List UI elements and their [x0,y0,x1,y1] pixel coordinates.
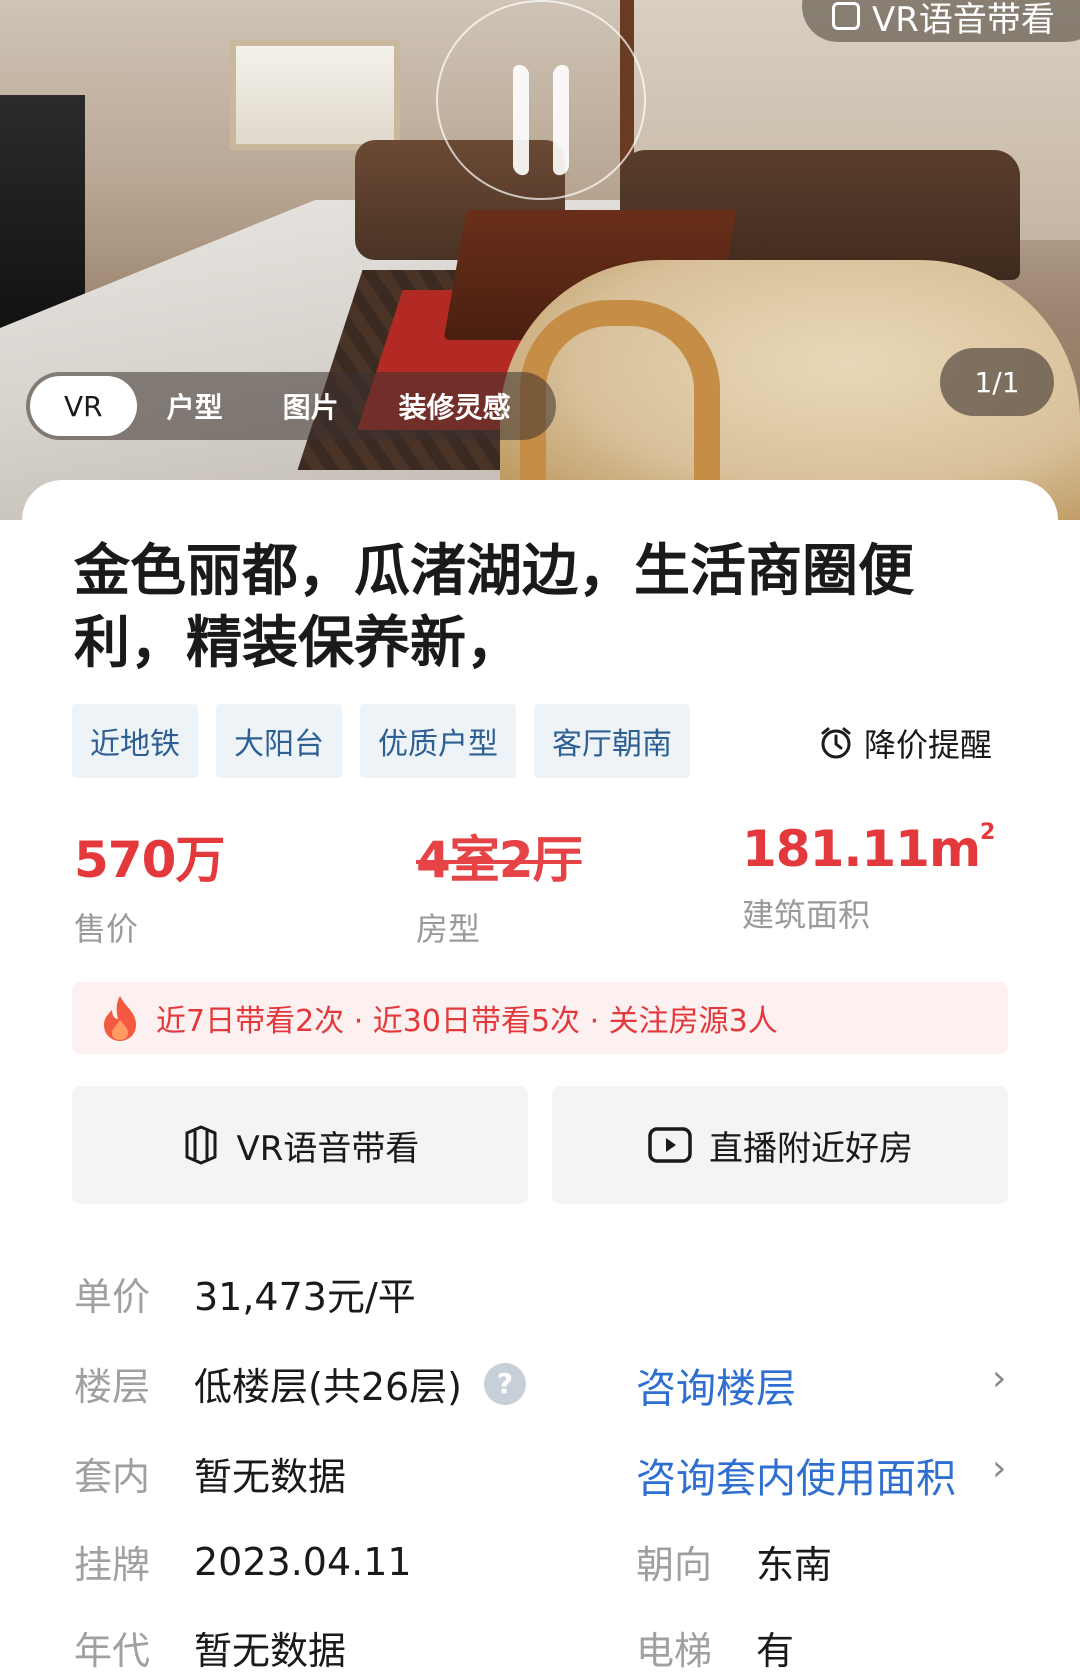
inner-key: 套内 [74,1455,151,1499]
year-value: 暂无数据 [194,1629,347,1673]
vr-bar-right [553,63,569,177]
tag-near-metro: 近地铁 [72,704,198,778]
live-nearby-button[interactable]: 直播附近好房 [552,1086,1008,1204]
floor-key: 楼层 [74,1365,151,1409]
media-tab-bar: VR 户型 图片 装修灵感 [26,372,556,440]
year-key: 年代 [74,1629,151,1673]
top-vr-voice-button[interactable]: VR语音带看 [802,0,1080,42]
tab-vr[interactable]: VR [30,376,137,436]
feature-tags: 近地铁 大阳台 优质户型 客厅朝南 [72,704,690,778]
inner-area-row: 套内 暂无数据 [74,1446,346,1501]
layout-label: 房型 [416,910,481,948]
window [230,40,400,150]
viewing-heat-bar: 近7日带看2次 · 近30日带看5次 · 关注房源3人 [72,982,1008,1054]
area-value: 181.11m [742,820,981,878]
elevator-key: 电梯 [636,1629,713,1673]
tag-south-living: 客厅朝南 [534,704,690,778]
price-drop-alert-button[interactable]: 降价提醒 [818,720,992,766]
floor-row: 楼层 低楼层(共26层) ? [74,1356,527,1411]
stat-area: 181.11m2 建筑面积 [742,820,995,936]
listed-row: 挂牌 2023.04.11 [74,1534,412,1589]
year-row: 年代 暂无数据 [74,1620,346,1675]
price-alert-label: 降价提醒 [864,726,993,764]
play-video-icon [648,1127,692,1163]
listing-title: 金色丽都，瓜渚湖边，生活商圈便利，精装保养新， [74,539,914,676]
inner-value: 暂无数据 [194,1455,347,1499]
tag-big-balcony: 大阳台 [216,704,342,778]
elevator-value: 有 [756,1629,795,1673]
listed-value: 2023.04.11 [194,1539,412,1584]
heat-text: 近7日带看2次 · 近30日带看5次 · 关注房源3人 [156,1004,778,1039]
tab-floorplan[interactable]: 户型 [137,376,253,436]
chevron-right-icon[interactable]: › [992,1358,1006,1399]
tab-photos[interactable]: 图片 [253,376,369,436]
flame-icon [104,996,136,1041]
consult-inner-area-link[interactable]: 咨询套内使用面积 [636,1446,956,1504]
vr-play-icon[interactable] [436,0,646,200]
top-vr-label: VR语音带看 [872,0,1055,40]
orientation-value: 东南 [756,1543,833,1587]
photo-counter: 1/1 [940,348,1054,416]
hero-photo[interactable]: VR语音带看 VR 户型 图片 装修灵感 1/1 [0,0,1080,520]
consult-floor-link[interactable]: 咨询楼层 [636,1356,796,1414]
price-label: 售价 [74,910,139,948]
area-unit-sup: 2 [980,820,995,845]
listed-key: 挂牌 [74,1543,151,1587]
tab-decor-ideas[interactable]: 装修灵感 [369,376,541,436]
price-value: 570万 [74,831,225,889]
vr-voice-tour-button[interactable]: VR语音带看 [72,1086,528,1204]
orientation-key: 朝向 [636,1543,713,1587]
vr-cube-icon [185,1125,217,1165]
unit-price-key: 单价 [74,1275,151,1319]
orientation-row: 朝向 东南 [636,1534,832,1589]
area-label: 建筑面积 [742,896,871,934]
floor-value: 低楼层(共26层) [194,1365,463,1409]
alarm-clock-icon [821,727,851,759]
unit-price-row: 单价 31,473元/平 [74,1266,416,1321]
live-label: 直播附近好房 [709,1128,913,1169]
stat-price: 570万 售价 [74,820,225,950]
vr-bar-left [513,63,529,177]
help-icon[interactable]: ? [484,1362,527,1405]
chevron-right-icon[interactable]: › [992,1448,1006,1489]
elevator-row: 电梯 有 [636,1620,794,1675]
stat-layout: 4室2厅 房型 [416,820,583,950]
vr-cube-icon [832,2,860,30]
vr-voice-label: VR语音带看 [236,1128,420,1169]
layout-value: 4室2厅 [416,831,583,889]
unit-price-value: 31,473元/平 [194,1275,416,1319]
tag-quality-layout: 优质户型 [360,704,516,778]
